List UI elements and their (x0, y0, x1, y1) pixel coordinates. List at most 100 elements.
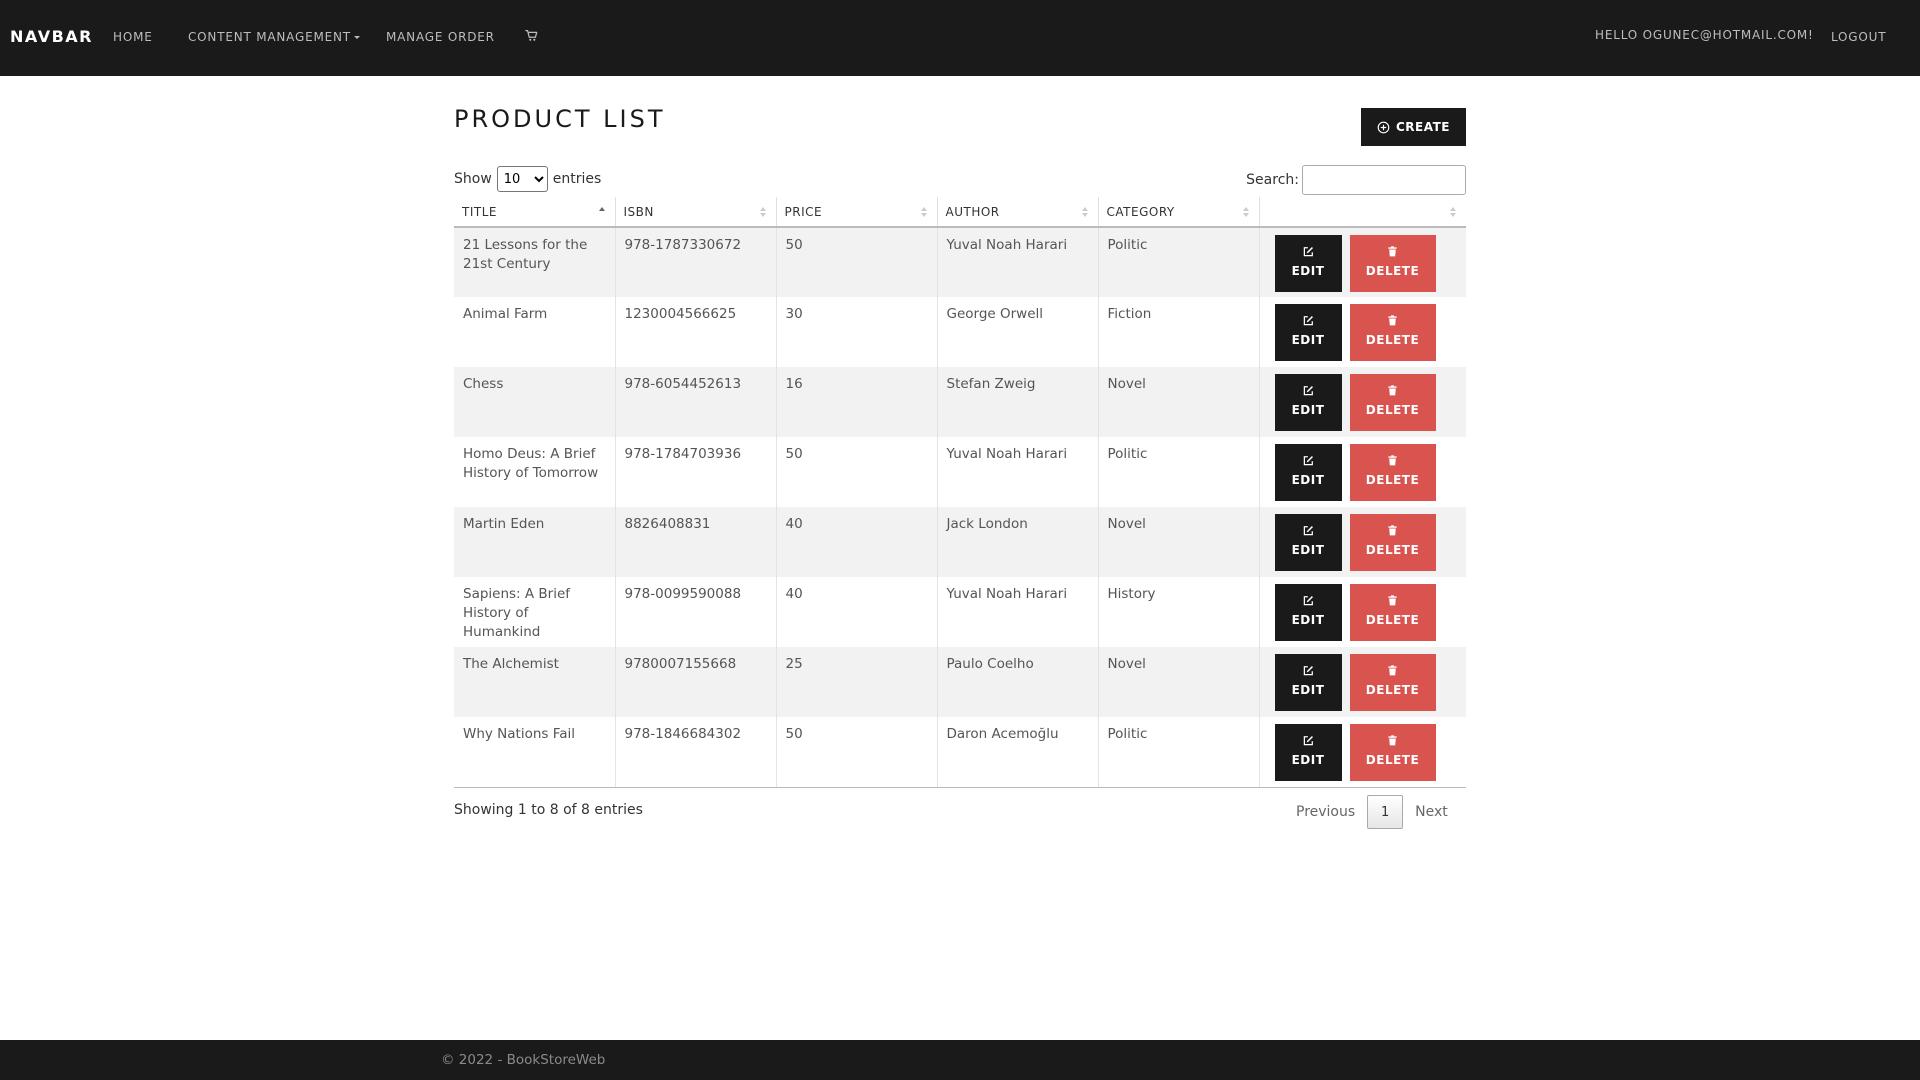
footer-copyright: © 2022 - BookStoreWeb (441, 1052, 606, 1068)
column-header-category[interactable]: CATEGORY (1097, 197, 1259, 228)
sort-icon (920, 206, 927, 218)
sort-icon (1081, 206, 1088, 218)
cell-title: Martin Eden (454, 507, 615, 577)
table-info: Showing 1 to 8 of 8 entries (454, 802, 643, 818)
cell-actions: EDIT DELETE (1258, 717, 1466, 788)
table-header-row: TITLE ISBN PRICE AUTHOR CATEGORY (454, 197, 1466, 228)
cell-price: 50 (775, 437, 937, 507)
trash-icon (1388, 525, 1397, 536)
delete-button-label: DELETE (1365, 333, 1420, 347)
edit-button-label: EDIT (1291, 753, 1325, 767)
previous-page-button[interactable]: Previous (1284, 804, 1367, 820)
create-button[interactable]: CREATE (1361, 108, 1466, 146)
edit-button[interactable]: EDIT (1274, 304, 1342, 361)
column-header-price[interactable]: PRICE (775, 197, 937, 228)
column-header-isbn[interactable]: ISBN (614, 197, 776, 228)
nav-content-management[interactable]: CONTENT MANAGEMENT (188, 30, 360, 44)
search-label: Search: (1246, 172, 1299, 188)
table-search: Search: (1246, 165, 1466, 195)
next-page-button[interactable]: Next (1403, 804, 1460, 820)
delete-button[interactable]: DELETE (1349, 235, 1436, 292)
edit-button[interactable]: EDIT (1274, 584, 1342, 641)
cell-author: Stefan Zweig (936, 367, 1098, 437)
sort-icon (1450, 206, 1456, 218)
page-button-current[interactable]: 1 (1367, 795, 1404, 829)
cell-isbn: 978-1784703936 (614, 437, 776, 507)
edit-icon (1303, 386, 1313, 396)
cell-category: Politic (1097, 717, 1259, 788)
cell-actions: EDIT DELETE (1258, 227, 1466, 297)
sort-icon (1242, 206, 1249, 218)
delete-button[interactable]: DELETE (1349, 724, 1436, 781)
edit-icon (1303, 247, 1313, 257)
edit-icon (1303, 316, 1313, 326)
trash-icon (1388, 315, 1397, 326)
table-row: Martin Eden 8826408831 40 Jack London Novel E… (454, 507, 1466, 577)
edit-icon (1303, 666, 1313, 676)
edit-button-label: EDIT (1291, 473, 1325, 487)
delete-button[interactable]: DELETE (1349, 304, 1436, 361)
product-table: TITLE ISBN PRICE AUTHOR CATEGORY 21 Less… (454, 197, 1466, 788)
delete-button-label: DELETE (1365, 473, 1420, 487)
nav-manage-order[interactable]: MANAGE ORDER (386, 30, 495, 44)
cell-title: Animal Farm (454, 297, 615, 367)
edit-button-label: EDIT (1291, 543, 1325, 557)
cell-price: 40 (775, 507, 937, 577)
nav-home[interactable]: HOME (113, 30, 153, 44)
delete-button[interactable]: DELETE (1349, 654, 1436, 711)
cell-author: Paulo Coelho (936, 647, 1098, 717)
delete-button[interactable]: DELETE (1349, 444, 1436, 501)
edit-button[interactable]: EDIT (1274, 374, 1342, 431)
cell-category: Novel (1097, 507, 1259, 577)
navbar-brand[interactable]: NAVBAR (10, 27, 93, 46)
delete-button[interactable]: DELETE (1349, 374, 1436, 431)
column-header-actions[interactable] (1258, 197, 1466, 228)
delete-button-label: DELETE (1365, 264, 1420, 278)
cell-author: George Orwell (936, 297, 1098, 367)
cell-title: Homo Deus: A Brief History of Tomorrow (454, 437, 615, 507)
delete-button-label: DELETE (1365, 753, 1420, 767)
trash-icon (1388, 385, 1397, 396)
cell-actions: EDIT DELETE (1258, 647, 1466, 717)
page-title: PRODUCT LIST (454, 105, 666, 133)
cell-isbn: 978-0099590088 (614, 577, 776, 647)
table-row: Homo Deus: A Brief History of Tomorrow 97… (454, 437, 1466, 507)
cell-author: Daron Acemoğlu (936, 717, 1098, 788)
cell-actions: EDIT DELETE (1258, 367, 1466, 437)
edit-button[interactable]: EDIT (1274, 235, 1342, 292)
cell-price: 25 (775, 647, 937, 717)
delete-button[interactable]: DELETE (1349, 514, 1436, 571)
edit-button[interactable]: EDIT (1274, 514, 1342, 571)
edit-button[interactable]: EDIT (1274, 444, 1342, 501)
search-input[interactable] (1302, 165, 1466, 195)
edit-button-label: EDIT (1291, 683, 1325, 697)
create-button-label: CREATE (1396, 120, 1450, 134)
cell-price: 50 (775, 717, 937, 788)
edit-button-label: EDIT (1291, 613, 1325, 627)
edit-button-label: EDIT (1291, 403, 1325, 417)
cart-icon[interactable] (525, 29, 538, 42)
entries-per-page-select[interactable]: 102550100 (496, 166, 548, 192)
caret-down-icon (353, 36, 360, 39)
sort-ascending-icon (598, 206, 605, 218)
cell-title: Why Nations Fail (454, 717, 615, 788)
nav-greeting[interactable]: HELLO OGUNEC@HOTMAIL.COM! (1595, 28, 1814, 42)
table-row: Why Nations Fail 978-1846684302 50 Daron Ac… (454, 717, 1466, 788)
table-row: Animal Farm 1230004566625 30 George Orwell F… (454, 297, 1466, 367)
trash-icon (1388, 246, 1397, 257)
nav-logout[interactable]: LOGOUT (1831, 30, 1886, 44)
column-header-title[interactable]: TITLE (454, 197, 615, 228)
edit-button[interactable]: EDIT (1274, 654, 1342, 711)
edit-button[interactable]: EDIT (1274, 724, 1342, 781)
cell-price: 30 (775, 297, 937, 367)
trash-icon (1388, 595, 1397, 606)
cell-actions: EDIT DELETE (1258, 507, 1466, 577)
trash-icon (1388, 735, 1397, 746)
trash-icon (1388, 665, 1397, 676)
cell-title: The Alchemist (454, 647, 615, 717)
cell-author: Yuval Noah Harari (936, 227, 1098, 297)
column-header-author[interactable]: AUTHOR (936, 197, 1098, 228)
cell-title: Sapiens: A Brief History of Humankind (454, 577, 615, 647)
delete-button[interactable]: DELETE (1349, 584, 1436, 641)
table-row: 21 Lessons for the 21st Century 978-17873… (454, 227, 1466, 297)
